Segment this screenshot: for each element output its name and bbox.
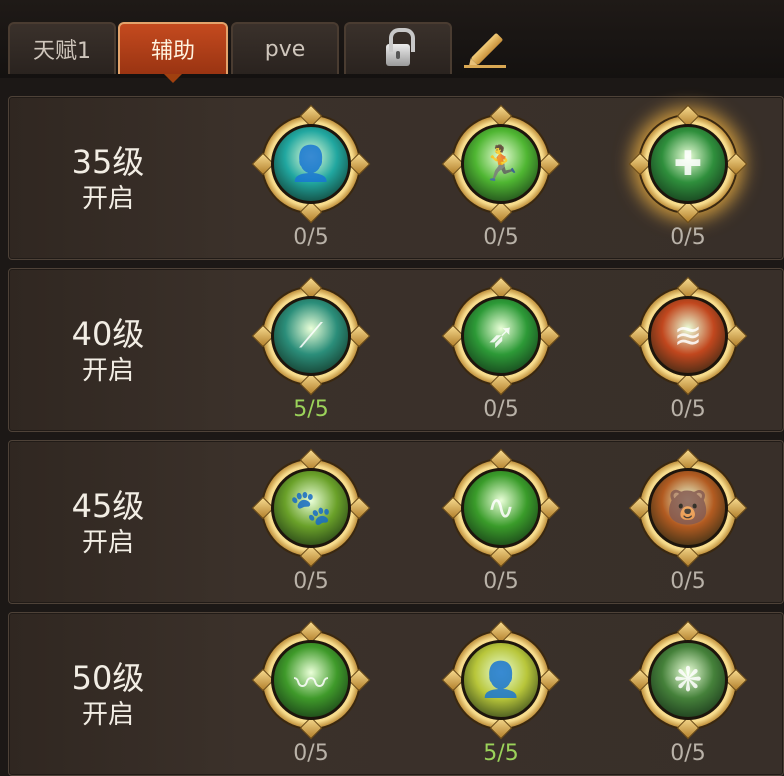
skill-frame: 🐻 <box>628 448 748 568</box>
tab-label: 辅助 <box>150 39 195 64</box>
talent-skill[interactable]: 🏃 0/5 <box>441 104 561 257</box>
talent-skill[interactable]: ∿ 0/5 <box>441 448 561 601</box>
skill-points: 0/5 <box>483 397 519 422</box>
skill-points: 0/5 <box>670 225 706 250</box>
skill-frame: ❋ <box>628 620 748 740</box>
tab-pve[interactable]: pve <box>231 22 339 74</box>
level-label: 40级 <box>71 315 145 353</box>
skill-points: 0/5 <box>670 569 706 594</box>
talent-panel: 35级 开启 👤 0/5 🏃 0/5 ✚ 0/5 40级 开启 ⟋ 5/5 ➶ 0/5 ≋ 0/5 45级 开启 🐾… <box>8 92 784 776</box>
unlock-level: 35级 开启 <box>29 97 187 261</box>
tab-label: pve <box>264 36 306 62</box>
tab-label: 天赋1 <box>33 39 91 64</box>
skill-frame: 👤 <box>441 620 561 740</box>
green-cross-heal-icon: ✚ <box>648 124 728 204</box>
skill-frame: 🐾 <box>251 448 371 568</box>
silhouette-figure-icon: 👤 <box>271 124 351 204</box>
unlock-label: 开启 <box>81 528 134 558</box>
skill-points: 5/5 <box>483 741 519 766</box>
skill-frame: ➶ <box>441 276 561 396</box>
talent-skill[interactable]: ⟋ 5/5 <box>251 276 371 429</box>
unlock-label: 开启 <box>81 700 134 730</box>
pencil-icon <box>470 32 504 66</box>
skill-points: 5/5 <box>293 397 329 422</box>
talent-skill[interactable]: 👤 5/5 <box>441 620 561 773</box>
spear-tip-icon: ⟋ <box>271 296 351 376</box>
skill-frame: ≋ <box>628 276 748 396</box>
skill-frame: 👤 <box>251 104 371 224</box>
talent-skill[interactable]: ✚ 0/5 <box>628 104 748 257</box>
skill-points: 0/5 <box>483 225 519 250</box>
claw-slash-icon: ≋ <box>648 296 728 376</box>
unlock-level: 50级 开启 <box>29 613 187 776</box>
talent-skill[interactable]: 🐻 0/5 <box>628 448 748 601</box>
talent-skill[interactable]: ≋ 0/5 <box>628 276 748 429</box>
talent-row: 35级 开启 👤 0/5 🏃 0/5 ✚ 0/5 <box>8 96 784 260</box>
running-figure-icon: 🏃 <box>461 124 541 204</box>
roaring-beast-icon: 🐾 <box>271 468 351 548</box>
edit-button[interactable] <box>460 24 514 74</box>
skill-points: 0/5 <box>483 569 519 594</box>
talent-skill[interactable]: ❋ 0/5 <box>628 620 748 773</box>
talent-skill[interactable]: ➶ 0/5 <box>441 276 561 429</box>
unlock-label: 开启 <box>81 356 134 386</box>
talent-tab-bar: 天赋1 辅助 pve <box>0 0 784 83</box>
unlock-level: 45级 开启 <box>29 441 187 605</box>
skill-points: 0/5 <box>293 225 329 250</box>
arrow-bolt-icon: ➶ <box>461 296 541 376</box>
talent-skill[interactable]: 〰 0/5 <box>251 620 371 773</box>
skill-points: 0/5 <box>293 569 329 594</box>
skill-frame: 🏃 <box>441 104 561 224</box>
skill-frame: 〰 <box>251 620 371 740</box>
level-label: 50级 <box>71 659 145 697</box>
skill-points: 0/5 <box>293 741 329 766</box>
talent-row: 45级 开启 🐾 0/5 ∿ 0/5 🐻 0/5 <box>8 440 784 604</box>
lock-icon <box>386 28 415 66</box>
forest-spirit-icon: ❋ <box>648 640 728 720</box>
talent-skill[interactable]: 👤 0/5 <box>251 104 371 257</box>
bear-head-icon: 🐻 <box>648 468 728 548</box>
unlock-level: 40级 开启 <box>29 269 187 433</box>
tab-locked[interactable] <box>344 22 452 74</box>
level-label: 35级 <box>71 143 145 181</box>
tab-support[interactable]: 辅助 <box>118 22 228 83</box>
glowing-figure-icon: 👤 <box>461 640 541 720</box>
talent-skill[interactable]: 🐾 0/5 <box>251 448 371 601</box>
green-snake-icon: 〰 <box>271 640 351 720</box>
unlock-label: 开启 <box>81 184 134 214</box>
tab-talent-1[interactable]: 天赋1 <box>8 22 116 74</box>
skill-points: 0/5 <box>670 397 706 422</box>
skill-frame: ⟋ <box>251 276 371 396</box>
skill-frame: ∿ <box>441 448 561 568</box>
skill-frame: ✚ <box>628 104 748 224</box>
skill-points: 0/5 <box>670 741 706 766</box>
talent-row: 50级 开启 〰 0/5 👤 5/5 ❋ 0/5 <box>8 612 784 776</box>
talent-row: 40级 开启 ⟋ 5/5 ➶ 0/5 ≋ 0/5 <box>8 268 784 432</box>
level-label: 45级 <box>71 487 145 525</box>
green-serpent-icon: ∿ <box>461 468 541 548</box>
